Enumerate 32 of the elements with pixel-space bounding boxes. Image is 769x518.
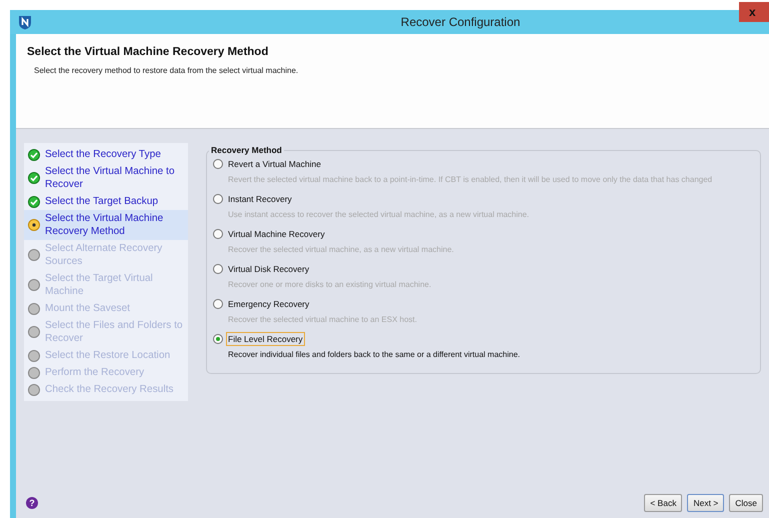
shield-logo-icon	[18, 14, 32, 30]
option-label[interactable]: Instant Recovery	[226, 192, 294, 206]
wizard-button[interactable]: Next >	[687, 494, 724, 512]
window-title: Recover Configuration	[400, 15, 522, 29]
wizard-step[interactable]: Select the Target Backup	[24, 193, 188, 210]
option-label[interactable]: Emergency Recovery	[226, 297, 312, 311]
option-description: Recover the selected virtual machine, as a new virtual machine.	[228, 245, 455, 254]
option-label[interactable]: Virtual Disk Recovery	[226, 262, 312, 276]
radio-button[interactable]	[213, 159, 223, 169]
wizard-step[interactable]: Select the Virtual Machine Recovery Method	[24, 210, 188, 240]
option-label[interactable]: Revert a Virtual Machine	[226, 157, 323, 171]
option-description: Use instant access to recover the selected virtual machine, as a new virtual machine.	[228, 210, 530, 219]
window-close-button[interactable]: x	[739, 2, 769, 22]
option-description: Recover one or more disks to an existing virtual machine.	[228, 280, 432, 289]
wizard-step[interactable]: Select the Virtual Machine to Recover	[24, 163, 188, 193]
option-label[interactable]: File Level Recovery	[226, 332, 305, 346]
option-description: Revert the selected virtual machine back to a point-in-time. If CBT is enabled, then it will be used to move only the data that has changed	[228, 175, 714, 184]
radio-button[interactable]	[213, 299, 223, 309]
help-icon[interactable]: ?	[26, 497, 38, 509]
wizard-button[interactable]: Close	[729, 494, 763, 512]
page-subtitle: Select the recovery method to restore data from the select virtual machine.	[34, 66, 300, 75]
radio-button[interactable]	[213, 264, 223, 274]
group-legend: Recovery Method	[209, 145, 284, 155]
option-description: Recover the selected virtual machine to an ESX host.	[228, 315, 418, 324]
wizard-step[interactable]: Select the Recovery Type	[24, 146, 188, 163]
option-description: Recover individual files and folders back to the same or a different virtual machine.	[228, 350, 522, 359]
radio-button[interactable]	[213, 229, 223, 239]
wizard-button[interactable]: < Back	[644, 494, 682, 512]
option-label[interactable]: Virtual Machine Recovery	[226, 227, 327, 241]
radio-button[interactable]	[213, 334, 223, 344]
page-title: Select the Virtual Machine Recovery Method	[27, 46, 270, 58]
radio-button[interactable]	[213, 194, 223, 204]
